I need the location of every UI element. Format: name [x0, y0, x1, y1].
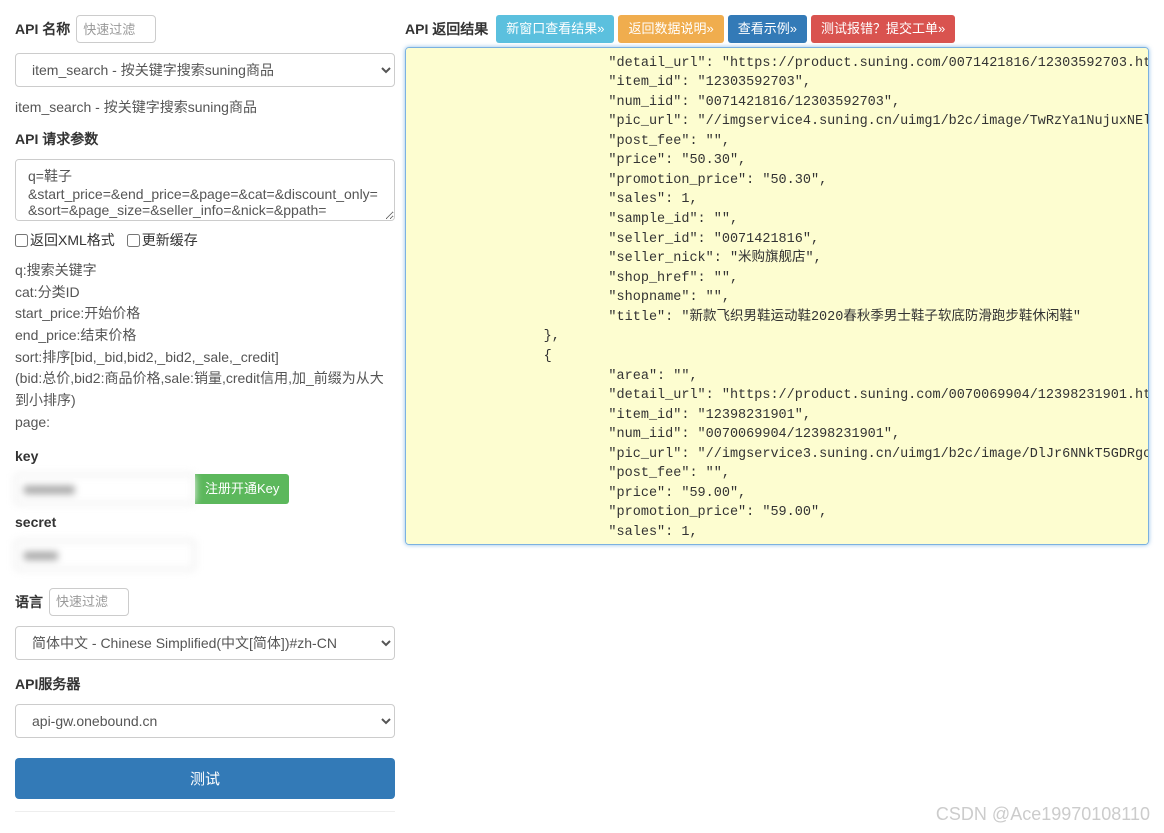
- server-label: API服务器: [15, 676, 80, 692]
- chk-cache-label[interactable]: 更新缓存: [127, 230, 198, 250]
- data-desc-button[interactable]: 返回数据说明»: [618, 15, 723, 43]
- lang-label: 语言: [15, 592, 43, 612]
- test-button[interactable]: 测试: [15, 758, 395, 799]
- server-row: API服务器: [15, 674, 395, 694]
- lang-row: 语言: [15, 588, 395, 616]
- req-params-label-row: API 请求参数: [15, 129, 395, 149]
- api-subtext: item_search - 按关键字搜索suning商品: [15, 97, 395, 117]
- chk-cache-text: 更新缓存: [142, 230, 198, 250]
- api-select[interactable]: item_search - 按关键字搜索suning商品: [15, 53, 395, 87]
- secret-label: secret: [15, 514, 56, 530]
- secret-row: secret: [15, 514, 395, 530]
- chk-xml[interactable]: [15, 234, 28, 247]
- secret-input-row: [15, 540, 395, 570]
- server-select-row: api-gw.onebound.cn: [15, 704, 395, 738]
- bug-report-button[interactable]: 测试报错？提交工单»: [811, 15, 955, 43]
- checkbox-row: 返回XML格式 更新缓存: [15, 230, 395, 250]
- key-input-row: 注册开通Key: [15, 474, 395, 504]
- param-desc-line: sort:排序[bid,_bid,bid2,_bid2,_sale,_credi…: [15, 347, 395, 369]
- key-label: key: [15, 448, 38, 464]
- req-params-textarea[interactable]: q=鞋子&start_price=&end_price=&page=&cat=&…: [15, 159, 395, 221]
- param-desc: q:搜索关键字 cat:分类ID start_price:开始价格 end_pr…: [15, 260, 395, 434]
- divider: [15, 811, 395, 812]
- api-select-row: item_search - 按关键字搜索suning商品: [15, 53, 395, 87]
- result-box[interactable]: "detail_url": "https://product.suning.co…: [405, 47, 1149, 545]
- lang-select[interactable]: 简体中文 - Chinese Simplified(中文[简体])#zh-CN: [15, 626, 395, 660]
- req-params-label: API 请求参数: [15, 131, 98, 147]
- left-panel: API 名称 item_search - 按关键字搜索suning商品 item…: [15, 15, 395, 818]
- secret-input[interactable]: [15, 540, 195, 570]
- lang-filter-input[interactable]: [49, 588, 129, 616]
- right-panel: API 返回结果 新窗口查看结果» 返回数据说明» 查看示例» 测试报错？提交工…: [405, 15, 1149, 818]
- example-button[interactable]: 查看示例»: [728, 15, 807, 43]
- lang-select-row: 简体中文 - Chinese Simplified(中文[简体])#zh-CN: [15, 626, 395, 660]
- key-input[interactable]: [15, 474, 195, 504]
- param-desc-line: cat:分类ID: [15, 282, 395, 304]
- param-desc-line: q:搜索关键字: [15, 260, 395, 282]
- api-name-row: API 名称: [15, 15, 395, 43]
- param-desc-line: start_price:开始价格: [15, 303, 395, 325]
- key-row: key: [15, 448, 395, 464]
- register-key-button[interactable]: 注册开通Key: [195, 474, 289, 504]
- param-desc-line: (bid:总价,bid2:商品价格,sale:销量,credit信用,加_前缀为…: [15, 368, 395, 411]
- param-desc-line: page:: [15, 412, 395, 434]
- server-select[interactable]: api-gw.onebound.cn: [15, 704, 395, 738]
- new-window-button[interactable]: 新窗口查看结果»: [496, 15, 614, 43]
- result-title: API 返回结果: [405, 19, 488, 39]
- api-name-label: API 名称: [15, 19, 70, 39]
- param-desc-line: end_price:结束价格: [15, 325, 395, 347]
- result-header: API 返回结果 新窗口查看结果» 返回数据说明» 查看示例» 测试报错？提交工…: [405, 15, 1149, 43]
- chk-xml-label[interactable]: 返回XML格式: [15, 230, 115, 250]
- result-json: "detail_url": "https://product.suning.co…: [414, 54, 1140, 543]
- chk-cache[interactable]: [127, 234, 140, 247]
- api-name-filter-input[interactable]: [76, 15, 156, 43]
- chk-xml-text: 返回XML格式: [30, 230, 115, 250]
